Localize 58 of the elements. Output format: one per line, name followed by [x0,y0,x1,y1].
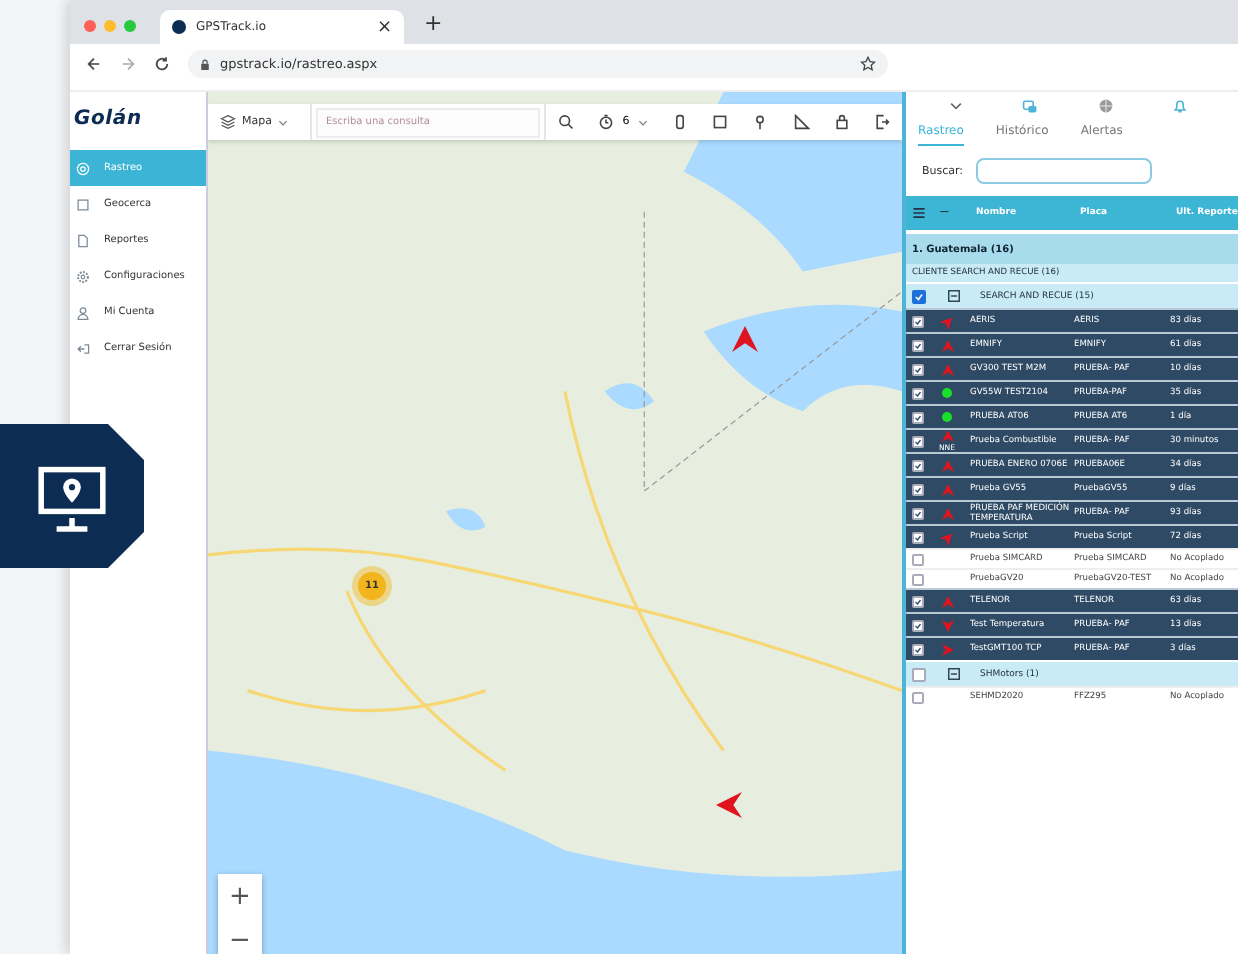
close-tab-button[interactable]: × [376,17,392,37]
status-dot [942,412,952,422]
checkbox[interactable] [912,573,924,585]
checkbox[interactable] [912,315,924,327]
frame-icon [76,197,90,211]
favicon-icon [172,20,186,34]
checkbox[interactable] [912,643,924,655]
caret-icon [277,119,288,125]
logo-text: Golán [72,106,142,134]
checkbox[interactable] [912,435,924,447]
collapse-icon[interactable] [948,668,960,680]
new-tab-button[interactable]: + [424,9,443,35]
checkbox[interactable] [912,363,924,375]
minimize-window-dot[interactable] [104,19,116,31]
back-icon[interactable] [86,56,102,72]
checkbox[interactable] [912,531,924,543]
lock-icon [200,57,210,71]
vehicle-arrow-marker[interactable] [732,326,758,352]
bookmark-star-icon[interactable] [860,56,876,72]
pin-icon[interactable] [752,114,769,130]
doc-icon [76,233,90,247]
checkbox[interactable] [912,619,924,631]
target-icon [76,161,90,175]
checkbox[interactable] [912,595,924,607]
timer-icon [598,114,615,130]
ruler-icon[interactable] [793,114,810,130]
checkbox[interactable] [912,691,924,703]
maximize-window-dot[interactable] [124,19,136,31]
zoom-in-button[interactable]: + [218,874,262,918]
checkbox[interactable] [912,387,924,399]
user-icon [76,305,90,319]
layers-icon [220,114,236,130]
checkbox[interactable] [912,553,924,565]
search-icon[interactable] [558,114,575,130]
chevron-down-icon[interactable] [947,98,964,114]
caret-icon [637,119,648,125]
checkbox[interactable] [912,483,924,495]
status-dot [942,388,952,398]
checkbox[interactable] [912,289,926,303]
checkbox[interactable] [912,411,924,423]
globe-icon[interactable] [1097,98,1114,114]
logout-icon [76,341,90,355]
checkbox[interactable] [912,459,924,471]
checkbox[interactable] [912,339,924,351]
reload-icon[interactable] [154,56,170,72]
export-icon[interactable] [873,114,890,130]
collapse-icon[interactable] [948,290,960,302]
vehicle-search-field[interactable] [975,158,1152,184]
zoom-out-button[interactable]: − [218,918,262,954]
checkbox[interactable] [912,507,924,519]
gear-icon [76,269,90,283]
heading-arrow-icon [941,430,953,442]
close-window-dot[interactable] [84,19,96,31]
lock-icon[interactable] [833,114,850,130]
checkbox[interactable] [912,667,926,681]
frame-icon[interactable] [712,114,729,130]
vehicle-arrow-marker[interactable] [716,792,742,818]
list-icon[interactable] [912,206,926,220]
